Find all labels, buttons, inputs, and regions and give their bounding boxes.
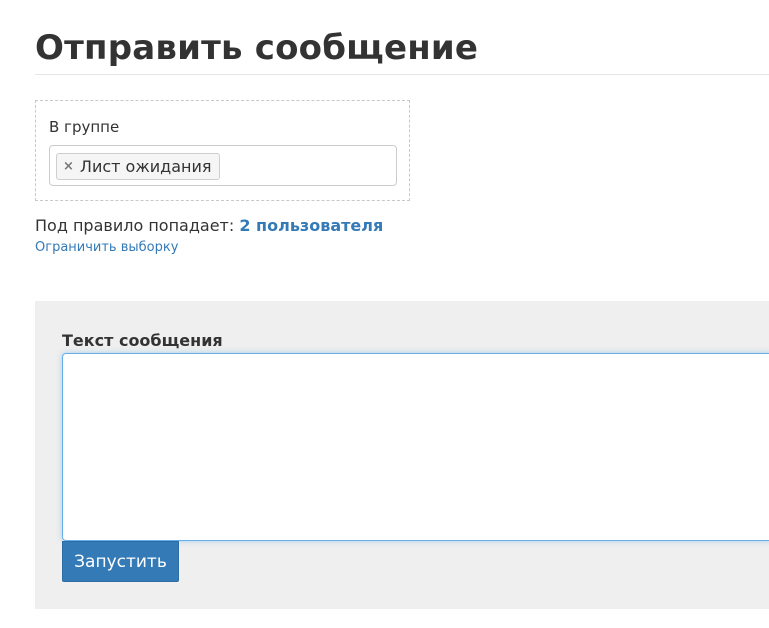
page-title: Отправить сообщение xyxy=(35,28,479,68)
match-summary: Под правило попадает: 2 пользователя xyxy=(35,216,383,235)
group-tag: × Лист ожидания xyxy=(56,153,220,180)
message-panel: Текст сообщения Запустить xyxy=(35,301,769,609)
title-divider xyxy=(35,74,769,75)
message-text-label: Текст сообщения xyxy=(62,331,223,350)
tag-remove-icon[interactable]: × xyxy=(63,160,74,173)
group-tag-input[interactable]: × Лист ожидания xyxy=(49,145,397,186)
run-button[interactable]: Запустить xyxy=(62,541,179,582)
group-tag-label: Лист ожидания xyxy=(79,157,212,176)
restrict-selection-link[interactable]: Ограничить выборку xyxy=(35,240,178,255)
message-textarea[interactable] xyxy=(62,353,769,541)
group-filter-label: В группе xyxy=(49,118,120,136)
matched-users-link[interactable]: 2 пользователя xyxy=(239,216,383,235)
match-summary-prefix: Под правило попадает: xyxy=(35,216,240,235)
group-filter-box: В группе × Лист ожидания xyxy=(35,100,410,201)
